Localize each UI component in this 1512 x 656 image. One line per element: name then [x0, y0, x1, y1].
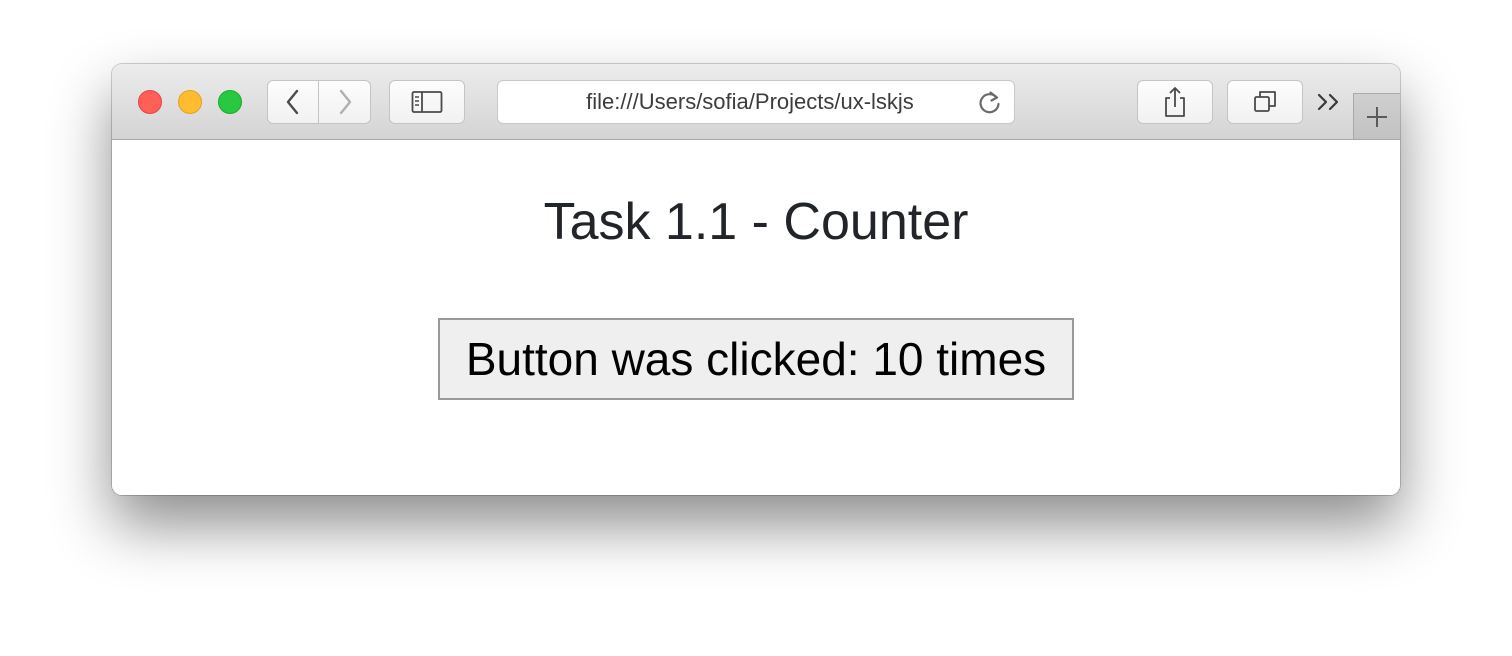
reload-icon[interactable] [976, 89, 1004, 117]
close-window-button[interactable] [138, 90, 162, 114]
address-bar[interactable]: file:///Users/sofia/Projects/ux-lskjs [497, 80, 1015, 124]
page-title: Task 1.1 - Counter [543, 193, 969, 251]
sidebar-icon [411, 91, 443, 113]
chevron-left-icon [286, 89, 299, 115]
tabs-overview-icon [1254, 91, 1276, 112]
url-text[interactable]: file:///Users/sofia/Projects/ux-lskjs [498, 81, 962, 123]
share-icon [1165, 87, 1185, 117]
minimize-window-button[interactable] [178, 90, 202, 114]
browser-toolbar: file:///Users/sofia/Projects/ux-lskjs [112, 64, 1400, 140]
double-chevron-icon[interactable] [1315, 89, 1343, 115]
chevron-right-icon [339, 89, 351, 115]
zoom-window-button[interactable] [218, 90, 242, 114]
tab-overview-button[interactable] [1227, 80, 1303, 124]
forward-button[interactable] [318, 80, 371, 124]
new-tab-button[interactable] [1353, 93, 1400, 139]
back-button[interactable] [267, 80, 319, 124]
plus-icon [1367, 106, 1387, 127]
sidebar-toggle-button[interactable] [389, 80, 465, 124]
counter-button[interactable]: Button was clicked: 10 times [438, 318, 1074, 400]
browser-window: file:///Users/sofia/Projects/ux-lskjs Ta… [112, 64, 1400, 495]
page-content: Task 1.1 - Counter Button was clicked: 1… [112, 140, 1400, 495]
share-button[interactable] [1137, 80, 1213, 124]
